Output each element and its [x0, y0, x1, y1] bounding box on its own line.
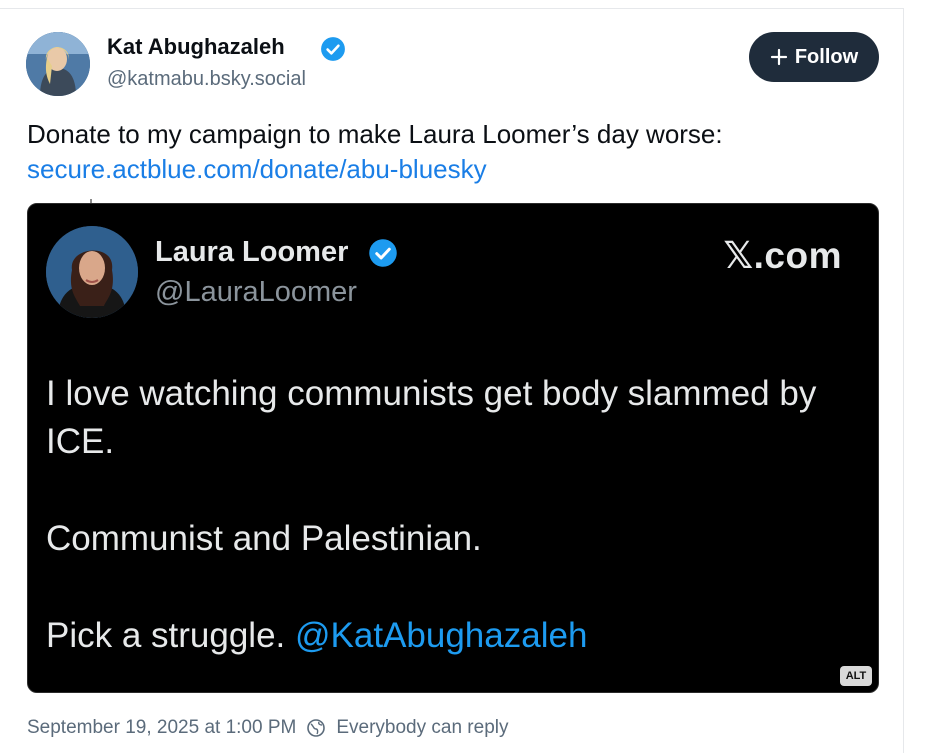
quoted-author-handle: @LauraLoomer [155, 276, 357, 308]
post-meta: September 19, 2025 at 1:00 PM Everybody … [27, 717, 509, 739]
quoted-text-line-4: Pick a struggle. @KatAbughazaleh [46, 614, 587, 658]
plus-icon [770, 48, 787, 66]
quoted-author-name: Laura Loomer [155, 236, 349, 268]
post-timestamp[interactable]: September 19, 2025 at 1:00 PM [27, 717, 296, 739]
quoted-text-line-3: Communist and Palestinian. [46, 519, 482, 558]
author-avatar[interactable] [26, 32, 90, 96]
author-handle[interactable]: @katmabu.bsky.social [107, 68, 306, 91]
quoted-text-line-2: ICE. [46, 422, 115, 461]
quoted-avatar [46, 226, 138, 318]
verified-badge-icon [321, 37, 345, 61]
alt-text-button[interactable]: ALT [840, 666, 872, 686]
follow-button-label: Follow [794, 45, 859, 68]
globe-icon [307, 719, 326, 737]
quoted-text-line-1: I love watching communists get body slam… [46, 374, 817, 413]
x-logo-icon: 𝕏.com [723, 235, 842, 276]
quoted-verified-icon [369, 239, 397, 267]
author-name[interactable]: Kat Abughazaleh [107, 34, 285, 60]
post-text: Donate to my campaign to make Laura Loom… [27, 119, 723, 149]
embedded-image[interactable]: Laura Loomer @LauraLoomer 𝕏.com I love w… [27, 203, 879, 693]
quoted-mention: @KatAbughazaleh [295, 616, 588, 655]
reply-setting[interactable]: Everybody can reply [336, 717, 508, 739]
quoted-text-line-4-text: Pick a struggle. [46, 616, 295, 655]
follow-button[interactable]: Follow [749, 32, 879, 82]
post-link[interactable]: secure.actblue.com/donate/abu-bluesky [27, 152, 487, 186]
